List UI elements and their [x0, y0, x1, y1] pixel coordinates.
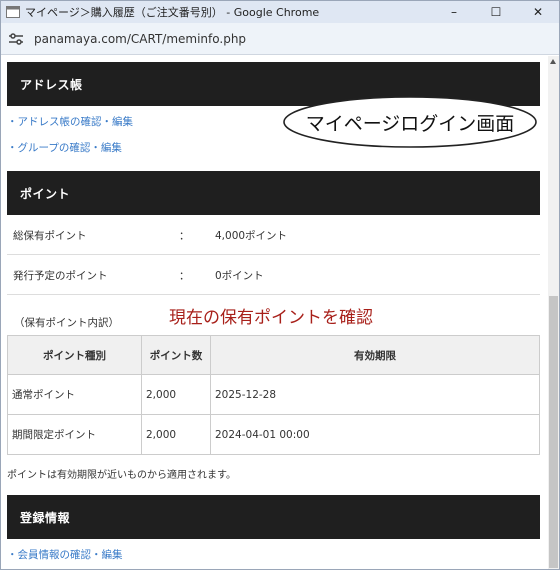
table-row: 期間限定ポイント 2,000 2024-04-01 00:00: [7, 414, 540, 455]
site-settings-icon[interactable]: [8, 32, 24, 46]
points-header: ポイント: [7, 171, 540, 215]
scroll-thumb[interactable]: [549, 296, 558, 568]
maximize-button[interactable]: ☐: [475, 1, 517, 23]
cell-expiry: 2024-04-01 00:00: [210, 414, 540, 455]
table-row: 通常ポイント 2,000 2025-12-28: [7, 374, 540, 415]
url-text[interactable]: panamaya.com/CART/meminfo.php: [34, 32, 246, 46]
col-header-amount: ポイント数: [141, 335, 211, 375]
title-bar: マイページ＞購入履歴（ご注文番号別） - Google Chrome – ☐ ✕: [1, 1, 559, 23]
total-points-colon: ：: [179, 230, 190, 242]
cell-type: 期間限定ポイント: [7, 414, 142, 455]
callout-login-screen: マイページログイン画面: [281, 94, 539, 150]
cell-type: 通常ポイント: [7, 374, 142, 415]
cell-amount: 2,000: [141, 374, 211, 415]
pending-points-colon: ：: [179, 270, 190, 282]
annotation-check-points: 現在の保有ポイントを確認: [169, 308, 373, 328]
minimize-button[interactable]: –: [433, 1, 475, 23]
pending-points-value: 0ポイント: [215, 270, 264, 282]
member-info-edit-link[interactable]: ・会員情報の確認・編集: [7, 547, 123, 562]
page-icon: [5, 5, 21, 19]
address-book-edit-link[interactable]: ・アドレス帳の確認・編集: [7, 114, 133, 129]
breakdown-label: （保有ポイント内訳）: [14, 317, 119, 329]
registration-header: 登録情報: [7, 495, 540, 539]
scroll-up-icon[interactable]: [550, 59, 556, 64]
address-bar[interactable]: panamaya.com/CART/meminfo.php: [1, 23, 559, 55]
points-note: ポイントは有効期限が近いものから適用されます。: [7, 470, 236, 481]
callout-text: マイページログイン画面: [305, 112, 515, 135]
col-header-type: ポイント種別: [7, 335, 142, 375]
window-title: マイページ＞購入履歴（ご注文番号別） - Google Chrome: [25, 6, 320, 19]
close-button[interactable]: ✕: [517, 1, 559, 23]
pending-points-label: 発行予定のポイント: [13, 270, 108, 282]
cell-amount: 2,000: [141, 414, 211, 455]
page-scrollbar[interactable]: [548, 56, 559, 569]
browser-window: マイページ＞購入履歴（ご注文番号別） - Google Chrome – ☐ ✕…: [0, 0, 560, 570]
total-points-row: 総保有ポイント ： 4,000ポイント: [7, 215, 540, 255]
points-table: ポイント種別 ポイント数 有効期限 通常ポイント 2,000 2025-12-2…: [7, 335, 540, 455]
page-viewport: アドレス帳 ・アドレス帳の確認・編集 ・グループの確認・編集 ポイント 総保有ポ…: [1, 56, 559, 569]
cell-expiry: 2025-12-28: [210, 374, 540, 415]
table-header-row: ポイント種別 ポイント数 有効期限: [7, 335, 540, 375]
col-header-expiry: 有効期限: [210, 335, 540, 375]
total-points-label: 総保有ポイント: [13, 230, 87, 242]
pending-points-row: 発行予定のポイント ： 0ポイント: [7, 255, 540, 295]
total-points-value: 4,000ポイント: [215, 230, 288, 242]
group-edit-link[interactable]: ・グループの確認・編集: [7, 140, 122, 155]
